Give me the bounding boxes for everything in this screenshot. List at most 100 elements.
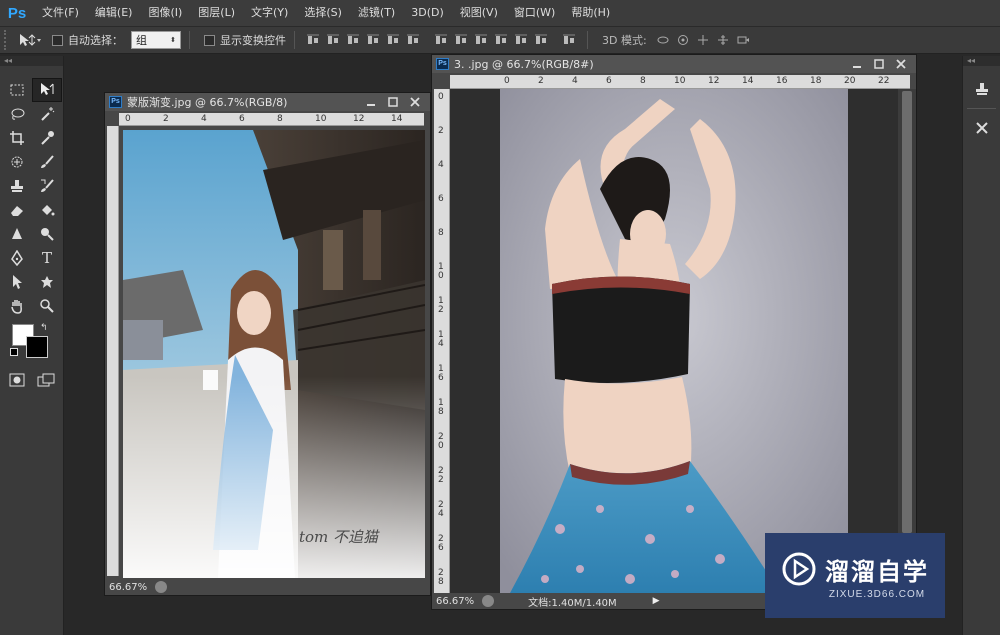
show-transform-checkbox[interactable] <box>204 34 215 46</box>
blur-tool-icon[interactable] <box>2 222 32 246</box>
tools-collapse-button[interactable]: ◂◂ <box>0 56 63 66</box>
options-grip[interactable] <box>4 30 12 50</box>
minimize-icon[interactable] <box>846 56 868 72</box>
lasso-tool-icon[interactable] <box>2 102 32 126</box>
auto-select-checkbox[interactable] <box>52 34 63 46</box>
custom-shape-tool-icon[interactable] <box>32 270 62 294</box>
ps-doc-icon: Ps <box>109 96 122 108</box>
align-vcenter-icon[interactable] <box>323 31 343 49</box>
eyedropper-tool-icon[interactable] <box>32 126 62 150</box>
brush-tool-icon[interactable] <box>32 150 62 174</box>
path-selection-tool-icon[interactable] <box>2 270 32 294</box>
auto-select-dropdown[interactable]: 组 ⬍ <box>131 31 181 49</box>
ruler-tick-label: 20 <box>438 432 444 451</box>
3d-pan-icon[interactable] <box>693 31 713 49</box>
ruler-tick-label: 6 <box>239 114 245 124</box>
healing-brush-tool-icon[interactable] <box>2 150 32 174</box>
vertical-scrollbar[interactable] <box>898 89 916 593</box>
play-logo-icon <box>782 552 816 586</box>
document-1-titlebar[interactable]: Ps 蒙版渐变.jpg @ 66.7%(RGB/8) <box>105 93 430 111</box>
status-menu-icon[interactable] <box>482 595 495 607</box>
distribute-left-icon[interactable] <box>491 31 511 49</box>
tool-presets-icon[interactable] <box>971 117 993 139</box>
vertical-ruler[interactable] <box>107 126 119 576</box>
maximize-icon[interactable] <box>382 94 404 110</box>
scrollbar-thumb[interactable] <box>902 91 912 533</box>
menu-bar: Ps 文件(F) 编辑(E) 图像(I) 图层(L) 文字(Y) 选择(S) 滤镜(T) 3D… <box>0 0 1000 26</box>
crop-tool-icon[interactable] <box>2 126 32 150</box>
align-hcenter-icon[interactable] <box>383 31 403 49</box>
type-tool-icon[interactable]: T <box>32 246 62 270</box>
move-tool-icon[interactable] <box>32 78 62 102</box>
dodge-tool-icon[interactable] <box>32 222 62 246</box>
paint-bucket-tool-icon[interactable] <box>32 198 62 222</box>
menu-item[interactable]: 图层(L) <box>190 0 243 26</box>
pen-tool-icon[interactable] <box>2 246 32 270</box>
zoom-level[interactable]: 66.67% <box>436 596 474 607</box>
horizontal-ruler[interactable]: 0 2 4 6 8 10 12 14 16 18 20 22 <box>450 75 910 89</box>
auto-align-icon[interactable] <box>559 31 579 49</box>
menu-item[interactable]: 图像(I) <box>140 0 190 26</box>
menu-item[interactable]: 滤镜(T) <box>350 0 403 26</box>
align-left-icon[interactable] <box>363 31 383 49</box>
ruler-tick-label: 4 <box>572 76 578 86</box>
ruler-tick-label: 14 <box>391 114 403 124</box>
menu-item[interactable]: 帮助(H) <box>563 0 618 26</box>
align-top-icon[interactable] <box>303 31 323 49</box>
align-bottom-icon[interactable] <box>343 31 363 49</box>
default-colors-icon[interactable] <box>10 348 18 356</box>
document-window-1[interactable]: Ps 蒙版渐变.jpg @ 66.7%(RGB/8) 0 2 4 6 8 10 12 14 <box>104 92 431 596</box>
menu-item[interactable]: 文件(F) <box>34 0 87 26</box>
menu-item[interactable]: 视图(V) <box>452 0 506 26</box>
close-icon[interactable] <box>890 56 912 72</box>
status-menu-icon[interactable] <box>155 581 168 593</box>
document-1-canvas[interactable]: tom 不追猫 <box>123 130 425 578</box>
magic-wand-tool-icon[interactable] <box>32 102 62 126</box>
right-panel-collapse-button[interactable]: ◂◂ <box>963 56 1000 66</box>
align-buttons <box>303 31 579 49</box>
swap-colors-icon[interactable]: ↰ <box>40 323 48 333</box>
zoom-level[interactable]: 66.67% <box>109 582 147 593</box>
quick-mask-icon[interactable] <box>2 368 32 392</box>
menu-item[interactable]: 选择(S) <box>296 0 350 26</box>
clone-stamp-tool-icon[interactable] <box>2 174 32 198</box>
history-brush-tool-icon[interactable] <box>32 174 62 198</box>
close-icon[interactable] <box>404 94 426 110</box>
hand-tool-icon[interactable] <box>2 294 32 318</box>
distribute-vcenter-icon[interactable] <box>451 31 471 49</box>
screen-mode-icon[interactable] <box>32 368 62 392</box>
document-2-titlebar[interactable]: Ps 3. .jpg @ 66.7%(RGB/8#) <box>432 55 916 73</box>
marquee-tool-icon[interactable] <box>2 78 32 102</box>
3d-slide-icon[interactable] <box>713 31 733 49</box>
menu-item[interactable]: 编辑(E) <box>87 0 141 26</box>
eraser-tool-icon[interactable] <box>2 198 32 222</box>
maximize-icon[interactable] <box>868 56 890 72</box>
background-color-swatch[interactable] <box>26 336 48 358</box>
status-expand-arrow-icon[interactable]: ▶ <box>653 596 660 606</box>
vertical-ruler[interactable]: 0 2 4 6 8 10 12 14 16 18 20 22 24 26 28 <box>434 89 450 593</box>
horizontal-ruler[interactable]: 0 2 4 6 8 10 12 14 <box>119 113 424 126</box>
move-tool-preset[interactable] <box>12 29 46 51</box>
ruler-tick-label: 16 <box>438 364 444 383</box>
zoom-tool-icon[interactable] <box>32 294 62 318</box>
properties-panel-icon[interactable] <box>971 78 993 100</box>
distribute-top-icon[interactable] <box>431 31 451 49</box>
ruler-tick-label: 26 <box>438 534 444 553</box>
ruler-tick-label: 22 <box>878 76 890 86</box>
ruler-tick-label: 6 <box>606 76 612 86</box>
minimize-icon[interactable] <box>360 94 382 110</box>
3d-roll-icon[interactable] <box>673 31 693 49</box>
menu-item[interactable]: 窗口(W) <box>506 0 563 26</box>
distribute-bottom-icon[interactable] <box>471 31 491 49</box>
divider <box>189 31 190 49</box>
distribute-right-icon[interactable] <box>531 31 551 49</box>
document-window-2[interactable]: Ps 3. .jpg @ 66.7%(RGB/8#) 0 2 4 6 8 10 12 14 16… <box>431 54 917 610</box>
distribute-hcenter-icon[interactable] <box>511 31 531 49</box>
align-right-icon[interactable] <box>403 31 423 49</box>
document-2-canvas[interactable] <box>450 89 898 593</box>
menu-item[interactable]: 文字(Y) <box>243 0 296 26</box>
3d-scale-icon[interactable] <box>733 31 753 49</box>
3d-rotate-icon[interactable] <box>653 31 673 49</box>
menu-item[interactable]: 3D(D) <box>403 0 452 26</box>
